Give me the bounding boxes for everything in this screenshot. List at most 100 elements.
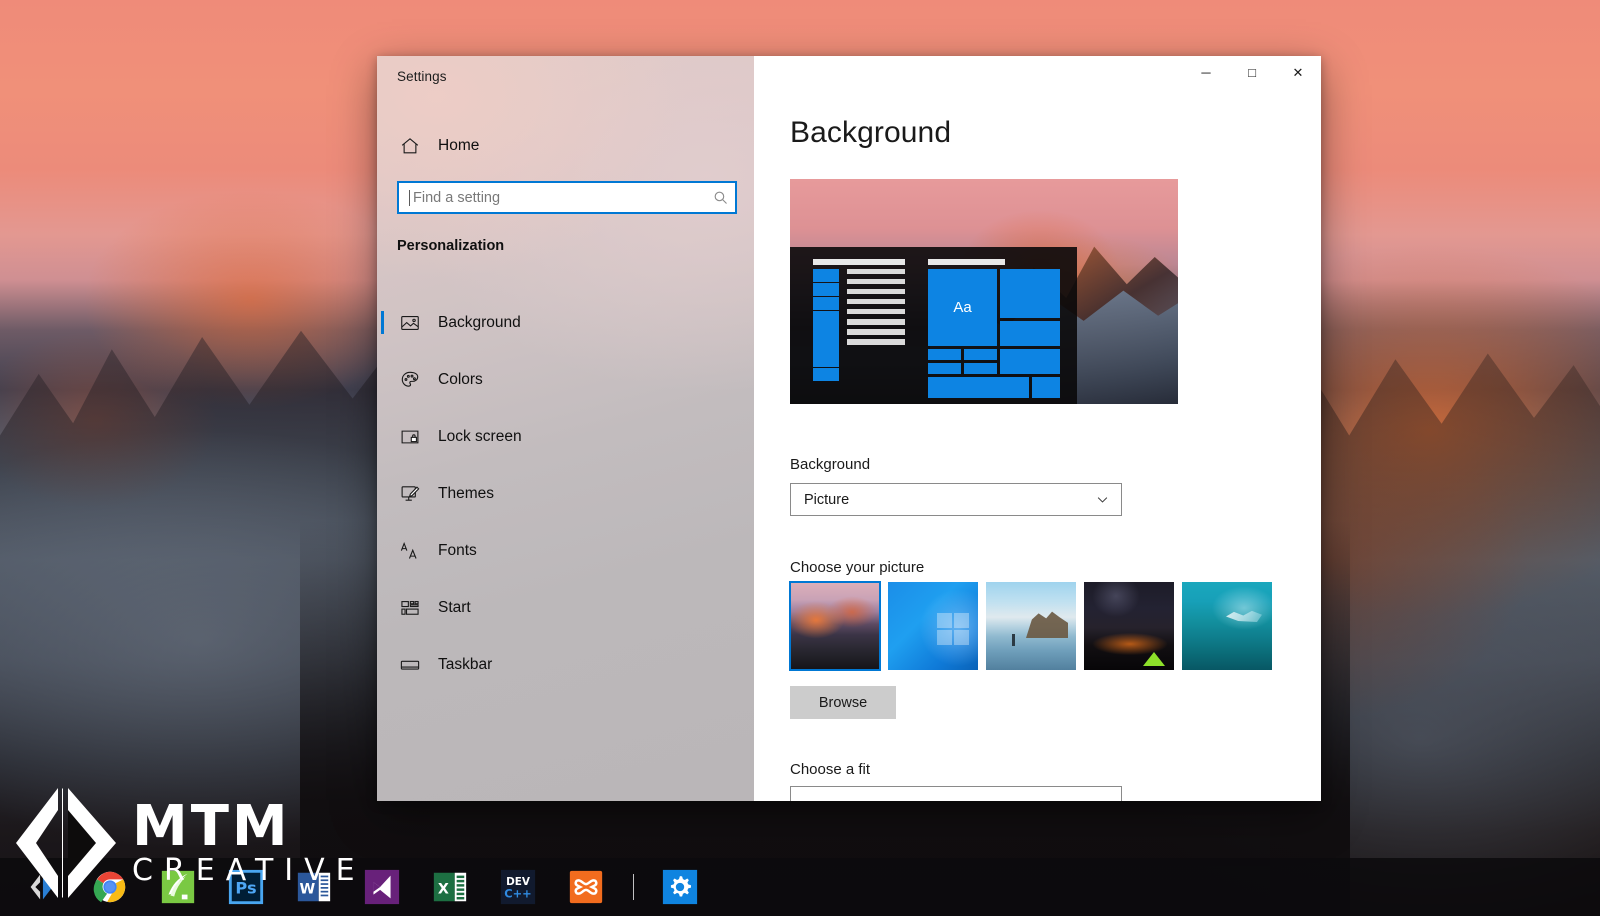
svg-text:X: X — [438, 882, 449, 898]
maximize-button[interactable]: □ — [1229, 56, 1275, 88]
minimize-button[interactable]: ─ — [1183, 56, 1229, 88]
lock-screen-icon — [401, 430, 419, 443]
taskbar-app-windows-start[interactable] — [8, 858, 76, 916]
taskbar-app-green-quill[interactable] — [144, 858, 212, 916]
taskbar-app-chrome[interactable] — [76, 858, 144, 916]
taskbar-app-visual-studio[interactable] — [348, 858, 416, 916]
settings-content-pane: ─ □ ✕ Background Aa Background Picture C… — [754, 56, 1321, 801]
desktop-preview-image: Aa — [790, 179, 1178, 404]
sidebar-item-fonts[interactable]: Fonts — [377, 522, 754, 579]
browse-button[interactable]: Browse — [790, 686, 896, 719]
preview-tile-b — [1000, 321, 1060, 347]
sidebar-item-home[interactable]: Home — [391, 126, 731, 166]
taskbar: Ps W X DEV C++ — [0, 858, 1600, 916]
underwater-light-shape — [1226, 610, 1262, 622]
background-type-value: Picture — [804, 491, 850, 508]
sidebar-section-label: Personalization — [397, 238, 505, 254]
sidebar-item-background[interactable]: Background — [377, 294, 754, 351]
svg-text:Ps: Ps — [235, 879, 256, 898]
sidebar-item-themes-label: Themes — [438, 484, 494, 502]
sidebar-item-home-label: Home — [438, 137, 480, 154]
preview-start-icon-column — [812, 268, 839, 398]
maximize-icon: □ — [1248, 64, 1256, 80]
chevron-down-icon — [1097, 497, 1108, 503]
close-icon: ✕ — [1292, 64, 1304, 80]
sidebar-item-themes[interactable]: Themes — [377, 465, 754, 522]
thumb-windows-blue[interactable] — [888, 582, 978, 670]
themes-brush-icon — [401, 485, 420, 501]
search-box[interactable] — [397, 181, 737, 214]
taskbar-app-word[interactable]: W — [280, 858, 348, 916]
sidebar-item-fonts-label: Fonts — [438, 541, 477, 559]
windows-logo-icon — [937, 613, 969, 645]
sidebar-item-colors-label: Colors — [438, 370, 483, 388]
thumb-beach-sea-stack[interactable] — [986, 582, 1076, 670]
text-caret — [409, 189, 410, 206]
choose-fit-dropdown[interactable] — [790, 786, 1122, 801]
preview-start-tiles: Aa — [927, 268, 1060, 398]
page-title: Background — [790, 116, 952, 149]
photoshop-icon: Ps — [228, 869, 264, 905]
thumb-mountain-sunset[interactable] — [789, 581, 881, 671]
background-field-label: Background — [790, 456, 871, 473]
preview-start-app-list — [847, 268, 905, 398]
settings-window: Settings Home Personalization — [377, 56, 1321, 801]
preview-start-headerbar-left — [812, 259, 905, 265]
xampp-icon — [569, 870, 603, 904]
preview-tile-f — [1031, 377, 1060, 398]
taskbar-app-photoshop[interactable]: Ps — [212, 858, 280, 916]
minimize-icon: ─ — [1201, 64, 1211, 80]
sidebar-item-taskbar[interactable]: Taskbar — [377, 636, 754, 693]
preview-tile-e — [927, 377, 1029, 398]
preview-tile-aa: Aa — [927, 268, 998, 347]
word-icon: W — [297, 872, 331, 902]
preview-tile-group-small — [927, 349, 998, 375]
preview-tile-a — [1000, 268, 1060, 319]
chrome-icon — [93, 871, 126, 903]
sidebar-item-lock-screen[interactable]: Lock screen — [377, 408, 754, 465]
taskbar-icon — [400, 660, 420, 670]
sidebar-item-start[interactable]: Start — [377, 579, 754, 636]
thumb-underwater-teal[interactable] — [1182, 582, 1272, 670]
choose-picture-label: Choose your picture — [790, 559, 925, 576]
background-type-dropdown[interactable]: Picture — [790, 483, 1122, 516]
thumb-night-sky-tent[interactable] — [1084, 582, 1174, 670]
sidebar-nav-list: Background Colors Lock screen Themes Fon… — [377, 294, 754, 693]
search-input[interactable] — [413, 189, 712, 206]
settings-sidebar: Settings Home Personalization — [377, 56, 754, 801]
sea-stack-shape — [1026, 611, 1068, 638]
start-tiles-icon — [401, 600, 419, 615]
excel-icon: X — [433, 872, 467, 902]
picture-icon — [401, 315, 419, 330]
preview-tile-d — [1000, 349, 1060, 375]
taskbar-app-excel[interactable]: X — [416, 858, 484, 916]
taskbar-app-settings[interactable] — [646, 858, 714, 916]
picture-thumbnail-list — [789, 581, 1272, 671]
sidebar-item-taskbar-label: Taskbar — [438, 655, 493, 673]
window-title: Settings — [397, 69, 447, 84]
sidebar-item-lock-screen-label: Lock screen — [438, 427, 522, 445]
green-quill-icon — [161, 870, 195, 904]
window-controls: ─ □ ✕ — [1183, 56, 1321, 88]
svg-text:C++: C++ — [504, 886, 531, 900]
settings-gear-icon — [662, 869, 698, 905]
sidebar-item-colors[interactable]: Colors — [377, 351, 754, 408]
close-button[interactable]: ✕ — [1275, 56, 1321, 88]
sidebar-item-start-label: Start — [438, 598, 471, 616]
glowing-tent-shape — [1143, 652, 1165, 666]
fonts-aa-icon — [400, 541, 417, 559]
svg-text:W: W — [299, 882, 315, 898]
preview-start-headerbar-right — [927, 259, 1006, 265]
taskbar-app-dev-cpp[interactable]: DEV C++ — [484, 858, 552, 916]
paddler-shape — [1012, 634, 1015, 646]
palette-icon — [401, 371, 419, 387]
taskbar-app-xampp[interactable] — [552, 858, 620, 916]
search-icon[interactable] — [712, 189, 729, 206]
preview-start-menu: Aa — [790, 246, 1078, 404]
choose-fit-label: Choose a fit — [790, 761, 871, 778]
visual-studio-icon — [364, 869, 400, 905]
taskbar-separator — [620, 858, 646, 916]
sidebar-item-background-label: Background — [438, 313, 521, 331]
dev-cpp-icon: DEV C++ — [500, 869, 536, 905]
start-chevron-icon — [30, 874, 53, 900]
